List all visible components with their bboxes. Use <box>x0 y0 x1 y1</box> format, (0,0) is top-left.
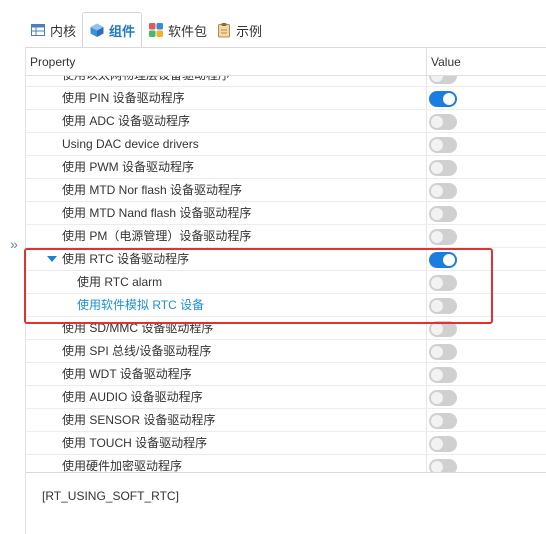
toggle-knob <box>431 369 443 381</box>
table-row[interactable]: 使用 RTC alarm <box>26 271 546 294</box>
tab-examples-label: 示例 <box>236 23 263 39</box>
toggle-switch[interactable] <box>429 275 457 291</box>
clipboard-icon <box>216 22 232 38</box>
toggle-knob <box>431 415 443 427</box>
row-label: 使用 RTC alarm <box>77 275 163 289</box>
toggle-knob <box>443 254 455 266</box>
toggle-switch[interactable] <box>429 206 457 222</box>
table-header: Property Value <box>26 48 546 76</box>
table-body: 使用以太网物理层设备驱动程序使用 PIN 设备驱动程序使用 ADC 设备驱动程序… <box>26 76 546 472</box>
tab-bar: 内核 组件 软件包 示例 <box>0 0 546 47</box>
toggle-switch[interactable] <box>429 459 457 472</box>
toggle-knob <box>431 461 443 472</box>
table-row[interactable]: Using DAC device drivers <box>26 133 546 156</box>
toggle-knob <box>431 116 443 128</box>
row-label: 使用 PM（电源管理）设备驱动程序 <box>62 229 252 243</box>
tab-kernel[interactable]: 内核 <box>24 14 82 46</box>
table-row[interactable]: 使用 TOUCH 设备驱动程序 <box>26 432 546 455</box>
toggle-switch[interactable] <box>429 367 457 383</box>
row-label: 使用 PIN 设备驱动程序 <box>62 91 185 105</box>
toggle-switch[interactable] <box>429 344 457 360</box>
row-label: 使用以太网物理层设备驱动程序 <box>62 76 230 87</box>
cube-icon <box>89 22 105 38</box>
table-row[interactable]: 使用以太网物理层设备驱动程序 <box>26 76 546 87</box>
toggle-switch[interactable] <box>429 321 457 337</box>
toggle-knob <box>431 231 443 243</box>
toggle-switch[interactable] <box>429 413 457 429</box>
table-row[interactable]: 使用软件模拟 RTC 设备 <box>26 294 546 317</box>
toggle-switch[interactable] <box>429 183 457 199</box>
toggle-switch[interactable] <box>429 390 457 406</box>
toggle-knob <box>431 185 443 197</box>
row-label: 使用 WDT 设备驱动程序 <box>62 367 192 381</box>
table-row[interactable]: 使用 ADC 设备驱动程序 <box>26 110 546 133</box>
toggle-switch[interactable] <box>429 137 457 153</box>
row-label: 使用 ADC 设备驱动程序 <box>62 114 191 128</box>
table-row[interactable]: 使用 PM（电源管理）设备驱动程序 <box>26 225 546 248</box>
row-label: 使用 MTD Nor flash 设备驱动程序 <box>62 183 243 197</box>
table-row[interactable]: 使用 WDT 设备驱动程序 <box>26 363 546 386</box>
table-icon <box>30 22 46 38</box>
toggle-knob <box>431 139 443 151</box>
table-row[interactable]: 使用 PWM 设备驱动程序 <box>26 156 546 179</box>
table-row[interactable]: 使用 MTD Nor flash 设备驱动程序 <box>26 179 546 202</box>
toggle-knob <box>431 438 443 450</box>
toggle-knob <box>431 162 443 174</box>
table-row[interactable]: 使用 AUDIO 设备驱动程序 <box>26 386 546 409</box>
toggle-switch[interactable] <box>429 298 457 314</box>
table-row[interactable]: 使用 SD/MMC 设备驱动程序 <box>26 317 546 340</box>
caret-down-icon[interactable] <box>47 256 57 262</box>
toggle-knob <box>443 93 455 105</box>
row-label: 使用 TOUCH 设备驱动程序 <box>62 436 208 450</box>
toggle-switch[interactable] <box>429 114 457 130</box>
table-row[interactable]: 使用 RTC 设备驱动程序 <box>26 248 546 271</box>
row-label: 使用软件模拟 RTC 设备 <box>77 298 205 312</box>
toggle-knob <box>431 208 443 220</box>
table-row[interactable]: 使用 SPI 总线/设备驱动程序 <box>26 340 546 363</box>
value-column-header[interactable]: Value <box>426 48 461 76</box>
row-label: 使用 AUDIO 设备驱动程序 <box>62 390 203 404</box>
row-label: 使用 RTC 设备驱动程序 <box>62 252 190 266</box>
property-table: Property Value 使用以太网物理层设备驱动程序使用 PIN 设备驱动… <box>25 47 546 472</box>
expand-panel-icon[interactable]: » <box>6 236 22 252</box>
description-panel: [RT_USING_SOFT_RTC] <box>25 472 546 534</box>
tab-packages[interactable]: 软件包 <box>142 14 213 46</box>
toggle-knob <box>431 392 443 404</box>
description-text: [RT_USING_SOFT_RTC] <box>42 489 179 503</box>
row-label: 使用 SPI 总线/设备驱动程序 <box>62 344 212 358</box>
table-row[interactable]: 使用 MTD Nand flash 设备驱动程序 <box>26 202 546 225</box>
toggle-knob <box>431 300 443 312</box>
toggle-knob <box>431 76 443 82</box>
tab-examples[interactable]: 示例 <box>210 14 268 46</box>
tab-kernel-label: 内核 <box>50 23 77 39</box>
row-label: 使用 SENSOR 设备驱动程序 <box>62 413 216 427</box>
row-label: 使用硬件加密驱动程序 <box>62 459 183 472</box>
row-label: 使用 PWM 设备驱动程序 <box>62 160 194 174</box>
row-label: Using DAC device drivers <box>62 137 199 151</box>
toggle-switch[interactable] <box>429 229 457 245</box>
toggle-knob <box>431 277 443 289</box>
property-column-header[interactable]: Property <box>26 48 75 76</box>
toggle-switch[interactable] <box>429 91 457 107</box>
table-row[interactable]: 使用硬件加密驱动程序 <box>26 455 546 472</box>
tab-components-label: 组件 <box>109 23 136 39</box>
toggle-switch[interactable] <box>429 160 457 176</box>
tab-packages-label: 软件包 <box>168 23 208 39</box>
tab-components[interactable]: 组件 <box>82 12 143 47</box>
toggle-knob <box>431 323 443 335</box>
toggle-switch[interactable] <box>429 436 457 452</box>
table-row[interactable]: 使用 SENSOR 设备驱动程序 <box>26 409 546 432</box>
toggle-knob <box>431 346 443 358</box>
table-row[interactable]: 使用 PIN 设备驱动程序 <box>26 87 546 110</box>
row-label: 使用 SD/MMC 设备驱动程序 <box>62 321 214 335</box>
toggle-switch[interactable] <box>429 252 457 268</box>
toggle-switch[interactable] <box>429 76 457 84</box>
row-label: 使用 MTD Nand flash 设备驱动程序 <box>62 206 252 220</box>
package-icon <box>148 22 164 38</box>
